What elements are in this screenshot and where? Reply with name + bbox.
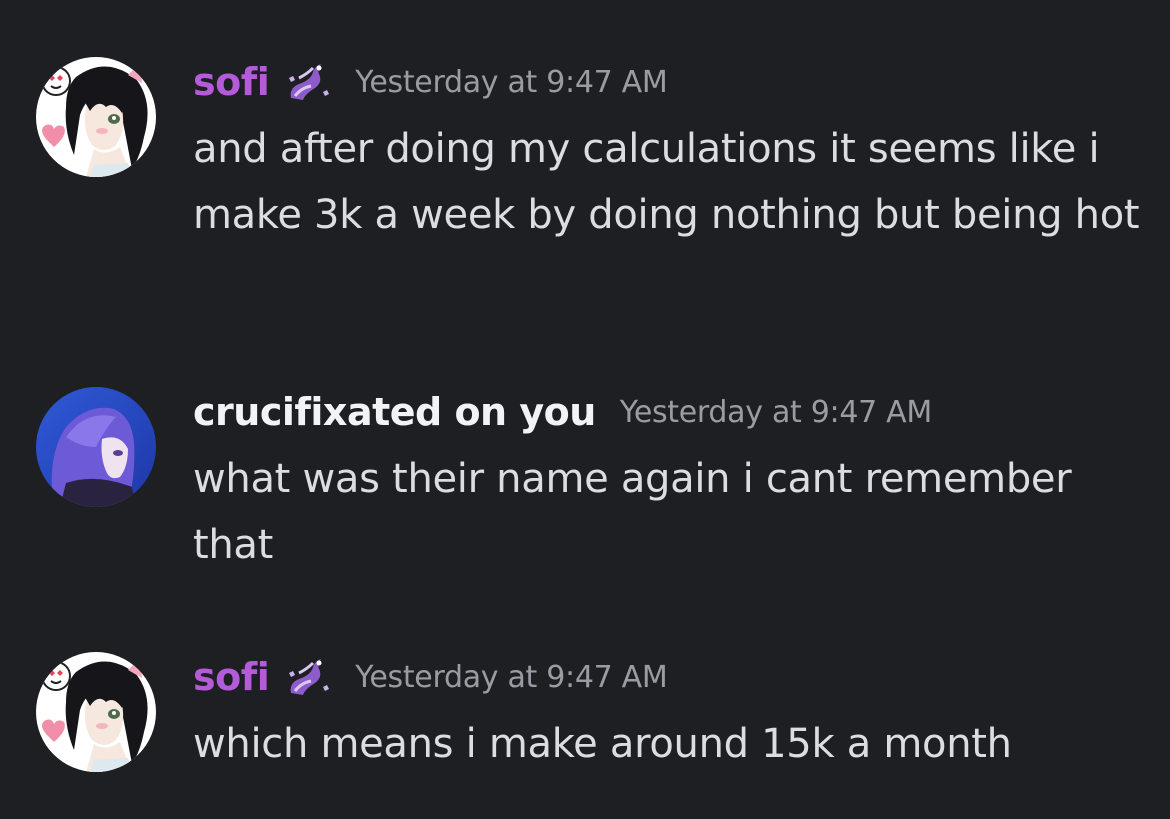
- message-text: and after doing my calculations it seems…: [193, 126, 1140, 238]
- user-avatar[interactable]: [36, 652, 156, 772]
- timestamp: Yesterday at 9:47 AM: [355, 659, 668, 695]
- purple-dragon-icon[interactable]: [283, 58, 331, 106]
- message-header: crucifixated on you Yesterday at 9:47 AM: [193, 388, 932, 436]
- anime-girl-avatar-icon: [36, 652, 156, 772]
- message-text: what was their name again i cant remembe…: [193, 456, 1072, 568]
- user-avatar[interactable]: [36, 57, 156, 177]
- message-header: sofi Yesterday at 9:47 AM: [193, 58, 668, 106]
- purple-dragon-icon[interactable]: [283, 653, 331, 701]
- user-avatar[interactable]: [36, 387, 156, 507]
- message-header: sofi Yesterday at 9:47 AM: [193, 653, 668, 701]
- timestamp: Yesterday at 9:47 AM: [355, 64, 668, 100]
- message-text: which means i make around 15k a month: [193, 721, 1012, 767]
- anime-girl-avatar-icon: [36, 57, 156, 177]
- chat-message-list: sofi Yesterday at 9:47 AM and after doin…: [0, 0, 1170, 819]
- anime-girl-avatar-icon: [36, 387, 156, 507]
- username[interactable]: sofi: [193, 60, 270, 104]
- timestamp: Yesterday at 9:47 AM: [619, 394, 932, 430]
- username[interactable]: sofi: [193, 655, 270, 699]
- username[interactable]: crucifixated on you: [193, 390, 596, 434]
